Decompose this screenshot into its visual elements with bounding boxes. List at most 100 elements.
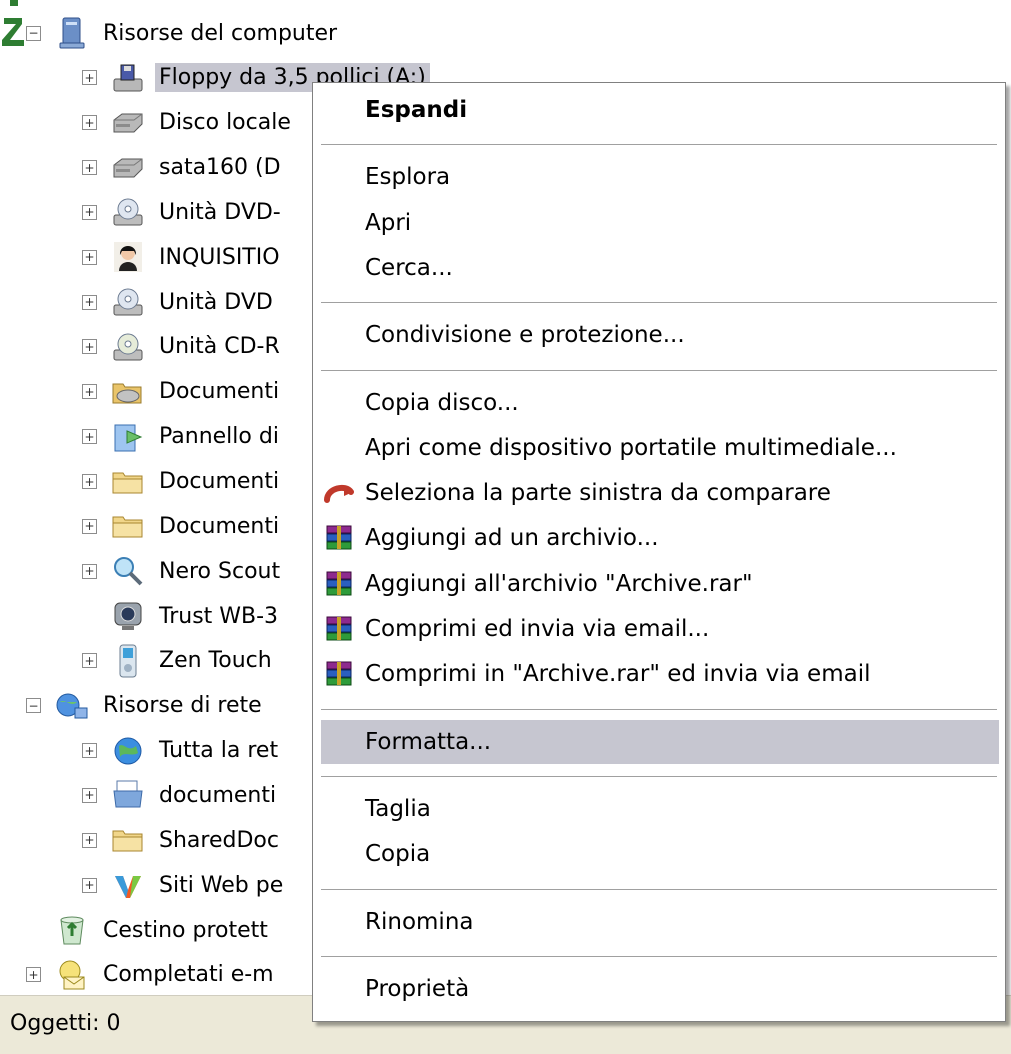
tree-item[interactable]: + Zen Touch — [82, 639, 276, 683]
tree-item-label[interactable]: Siti Web pe — [155, 871, 287, 900]
expand-icon[interactable]: + — [82, 160, 97, 176]
expand-icon[interactable]: + — [82, 787, 97, 803]
expand-icon[interactable]: + — [82, 832, 97, 848]
tree-item[interactable]: + Unità DVD — [82, 280, 277, 324]
tree-item-label[interactable]: Unità CD-R — [155, 332, 284, 361]
menu-item[interactable]: Comprimi ed invia via email... — [313, 607, 1003, 651]
tree-item[interactable]: + Pannello di — [82, 415, 283, 459]
shared-documents-icon — [111, 375, 145, 409]
menu-separator — [321, 775, 997, 778]
expand-icon[interactable]: + — [82, 429, 97, 445]
tree-item[interactable]: + Disco locale — [82, 101, 295, 145]
tree-item-label[interactable]: Completati e-m — [99, 960, 278, 989]
menu-item-label: Formatta... — [365, 728, 492, 755]
expand-icon[interactable]: + — [82, 249, 97, 265]
tree-item-label[interactable]: Unità DVD- — [155, 198, 285, 227]
expand-icon[interactable]: + — [82, 204, 97, 220]
menu-item-label: Apri — [365, 209, 412, 236]
menu-item[interactable]: Apri come dispositivo portatile multimed… — [313, 426, 1003, 470]
menu-icon-gutter — [313, 787, 365, 831]
menu-item[interactable]: Rinomina — [313, 900, 1003, 944]
expand-icon[interactable]: + — [82, 877, 97, 893]
tree-item-label[interactable]: SharedDoc — [155, 826, 283, 855]
tree-item[interactable]: + sata160 (D — [82, 146, 285, 190]
tree-item-label[interactable]: Disco locale — [155, 108, 295, 137]
tree-item[interactable]: − Risorse di rete — [26, 684, 266, 728]
tree-item[interactable]: + Documenti — [82, 460, 283, 504]
tree-item[interactable]: Cestino protett — [26, 908, 272, 952]
menu-item[interactable]: Copia disco... — [313, 381, 1003, 425]
menu-item[interactable]: Condivisione e protezione... — [313, 313, 1003, 357]
collapse-icon[interactable]: − — [26, 698, 41, 714]
menu-item[interactable]: Seleziona la parte sinistra da comparare — [313, 471, 1003, 515]
tree-item-label[interactable]: Trust WB-3 — [155, 602, 282, 631]
menu-item[interactable]: Comprimi in "Archive.rar" ed invia via e… — [313, 652, 1003, 696]
menu-item[interactable]: Proprietà — [313, 967, 1003, 1011]
tree-item-label[interactable]: Cestino protett — [99, 916, 272, 945]
menu-item[interactable]: Copia — [313, 832, 1003, 876]
tree-item[interactable]: − Risorse del computer — [26, 11, 341, 55]
expand-icon[interactable]: + — [82, 339, 97, 355]
tree-item[interactable]: + SharedDoc — [82, 818, 283, 862]
control-panel-icon — [111, 420, 145, 454]
expand-icon[interactable]: + — [82, 115, 97, 131]
menu-item-label: Esplora — [365, 164, 451, 191]
tree-item-label[interactable]: Documenti — [155, 512, 283, 541]
dvd-drive-icon — [111, 285, 145, 319]
menu-item-label: Taglia — [365, 795, 431, 822]
menu-item[interactable]: Formatta... — [321, 719, 999, 764]
expand-icon[interactable]: + — [82, 294, 97, 310]
expand-icon[interactable]: + — [82, 518, 97, 534]
tree-item[interactable]: + Nero Scout — [82, 549, 284, 593]
menu-item-label: Cerca... — [365, 254, 453, 281]
context-menu[interactable]: Espandi Esplora Apri Cerca... Condivisione e… — [312, 82, 1006, 1022]
menu-item[interactable]: Taglia — [313, 787, 1003, 831]
tree-item[interactable]: + Completati e-m — [26, 953, 278, 997]
tree-item[interactable]: + Unità CD-R — [82, 325, 284, 369]
expand-icon[interactable]: + — [82, 384, 97, 400]
expand-icon[interactable]: + — [82, 653, 97, 669]
tree-item-label[interactable]: Tutta la ret — [155, 736, 282, 765]
expand-icon[interactable]: + — [82, 743, 97, 759]
network-icon — [55, 689, 89, 723]
tree-item-label[interactable]: Pannello di — [155, 422, 283, 451]
expand-icon[interactable]: + — [26, 967, 41, 983]
menu-item-label: Aggiungi ad un archivio... — [365, 525, 659, 552]
tree-item[interactable]: + Documenti — [82, 370, 283, 414]
menu-item[interactable]: Aggiungi all'archivio "Archive.rar" — [313, 562, 1003, 606]
collapse-icon[interactable]: − — [26, 25, 41, 41]
menu-item[interactable]: Esplora — [313, 155, 1003, 199]
tree-item-label[interactable]: documenti — [155, 781, 280, 810]
tree-item-label[interactable]: sata160 (D — [155, 153, 285, 182]
tree-item-label[interactable]: Nero Scout — [155, 557, 284, 586]
expand-icon[interactable]: + — [82, 70, 97, 86]
menu-icon-gutter — [313, 246, 365, 290]
tree-item-label[interactable]: Documenti — [155, 467, 283, 496]
tree-item[interactable]: + documenti — [82, 773, 280, 817]
expand-icon[interactable]: + — [82, 563, 97, 579]
menu-icon-gutter — [313, 313, 365, 357]
cd-drive-icon — [111, 330, 145, 364]
menu-icon-gutter — [313, 900, 365, 944]
menu-icon-gutter — [321, 720, 365, 764]
tree-item[interactable]: + Unità DVD- — [82, 190, 285, 234]
tree-item-label[interactable]: Unità DVD — [155, 288, 277, 317]
msn-sites-icon — [111, 868, 145, 902]
menu-item[interactable]: Apri — [313, 201, 1003, 245]
menu-item[interactable]: Cerca... — [313, 246, 1003, 290]
tree-item[interactable]: + INQUISITIO — [82, 235, 284, 279]
tree-item-label[interactable]: Risorse del computer — [99, 19, 341, 48]
tree-item[interactable]: + Documenti — [82, 504, 283, 548]
tree-item[interactable]: Trust WB-3 — [82, 594, 282, 638]
tree-item-label[interactable]: Documenti — [155, 377, 283, 406]
tree-item[interactable]: + Tutta la ret — [82, 729, 282, 773]
menu-item[interactable]: Aggiungi ad un archivio... — [313, 516, 1003, 560]
tree-item-label[interactable]: Zen Touch — [155, 646, 276, 675]
expand-icon[interactable]: + — [82, 474, 97, 489]
menu-separator — [321, 955, 997, 958]
menu-item[interactable]: Espandi — [313, 88, 1003, 132]
menu-item-label: Espandi — [365, 97, 468, 123]
tree-item-label[interactable]: INQUISITIO — [155, 243, 284, 272]
tree-item-label[interactable]: Risorse di rete — [99, 691, 266, 720]
tree-item[interactable]: + Siti Web pe — [82, 863, 287, 907]
